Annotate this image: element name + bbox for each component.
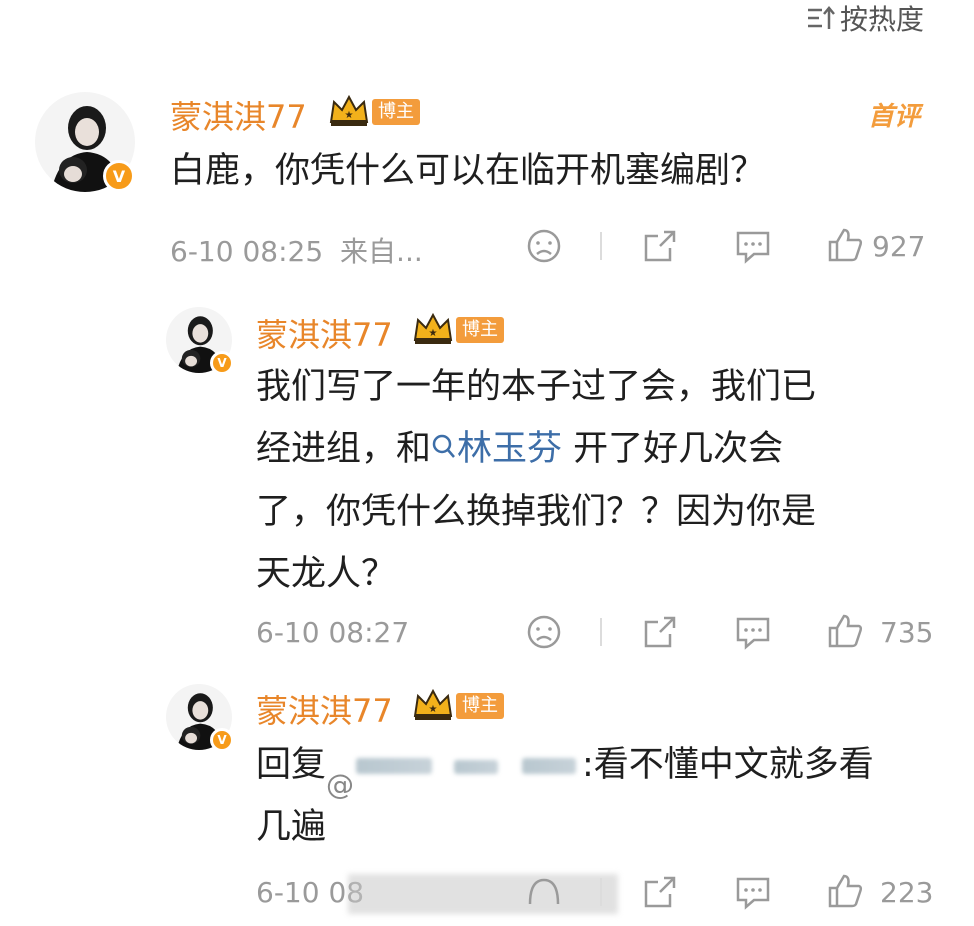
crown-icon: ★: [328, 92, 370, 132]
topic-link[interactable]: 林玉芬: [431, 429, 562, 469]
author-name[interactable]: 蒙淇淇77: [170, 92, 307, 138]
search-icon: [431, 419, 457, 481]
author-name[interactable]: 蒙淇淇77: [256, 310, 393, 356]
divider: [600, 878, 602, 906]
verified-v-icon: V: [210, 351, 234, 375]
like-icon[interactable]: [826, 612, 864, 650]
source-text: 来自...: [340, 235, 423, 268]
blogger-badge: ★ 博主: [412, 686, 504, 726]
verified-v-icon: V: [210, 728, 234, 752]
topic-label: 林玉芬: [457, 429, 563, 469]
avatar[interactable]: V: [166, 684, 234, 752]
like-count: 927: [872, 230, 926, 263]
crown-icon: ★: [412, 686, 454, 726]
comment-text: 回复 @:看不懂中文就多看 几遍: [256, 734, 956, 858]
redacted-mention: @: [326, 746, 582, 801]
divider: [600, 232, 602, 260]
comment-meta: 6-10 08:25 来自...: [170, 230, 423, 270]
comment-line: 我们写了一年的本子过了会，我们已: [256, 367, 817, 407]
like-icon[interactable]: [826, 226, 864, 264]
comment-line: 几遍: [256, 807, 327, 847]
comment-line-part: 经进组，和: [256, 429, 432, 469]
reply-text: :看不懂中文就多看: [582, 745, 874, 785]
dislike-icon[interactable]: [526, 614, 562, 650]
reply-prefix: 回复: [256, 745, 327, 785]
sort-icon: [806, 5, 836, 31]
svg-text:★: ★: [429, 328, 438, 339]
comment-text: 白鹿，你凭什么可以在临开机塞编剧？: [170, 151, 766, 191]
comment-line: 天龙人？: [256, 554, 397, 594]
comment-text: 我们写了一年的本子过了会，我们已 经进组，和 林玉芬 开了好几次会 了，你凭什么换…: [256, 356, 956, 605]
share-icon[interactable]: [642, 614, 678, 650]
share-icon[interactable]: [642, 874, 678, 910]
comment-line: 经进组，和 林玉芬 开了好几次会: [256, 418, 956, 481]
sort-label: 按热度: [840, 3, 925, 36]
sort-by-hotness-button[interactable]: 按热度: [806, 0, 924, 36]
share-icon[interactable]: [642, 228, 678, 264]
svg-text:★: ★: [345, 110, 354, 121]
like-count: 735: [880, 616, 934, 649]
avatar[interactable]: V: [166, 307, 234, 375]
like-count: 223: [880, 876, 934, 909]
crown-icon: ★: [412, 310, 454, 350]
timestamp: 6-10 08:27: [256, 616, 410, 649]
dislike-icon[interactable]: [526, 874, 562, 910]
first-comment-badge: 首评: [868, 102, 921, 132]
blogger-label: 博主: [456, 693, 504, 719]
like-icon[interactable]: [826, 872, 864, 910]
comment-line-part: 开了好几次会: [562, 429, 784, 469]
svg-text:★: ★: [429, 704, 438, 715]
blogger-badge: ★ 博主: [328, 92, 420, 132]
divider: [600, 618, 602, 646]
blogger-label: 博主: [456, 317, 504, 343]
verified-v-icon: V: [103, 160, 135, 192]
comment-icon[interactable]: [734, 228, 772, 264]
comment-icon[interactable]: [734, 614, 772, 650]
comment-icon[interactable]: [734, 874, 772, 910]
comment-line: 回复 @:看不懂中文就多看: [256, 734, 956, 801]
blogger-label: 博主: [372, 99, 420, 125]
dislike-icon[interactable]: [526, 228, 562, 264]
avatar[interactable]: V: [35, 92, 137, 194]
comment-line: 了，你凭什么换掉我们？？因为你是: [256, 492, 817, 532]
watermark-smudge: [348, 874, 618, 914]
timestamp: 6-10 08:25: [170, 235, 324, 268]
author-name[interactable]: 蒙淇淇77: [256, 686, 393, 732]
blogger-badge: ★ 博主: [412, 310, 504, 350]
